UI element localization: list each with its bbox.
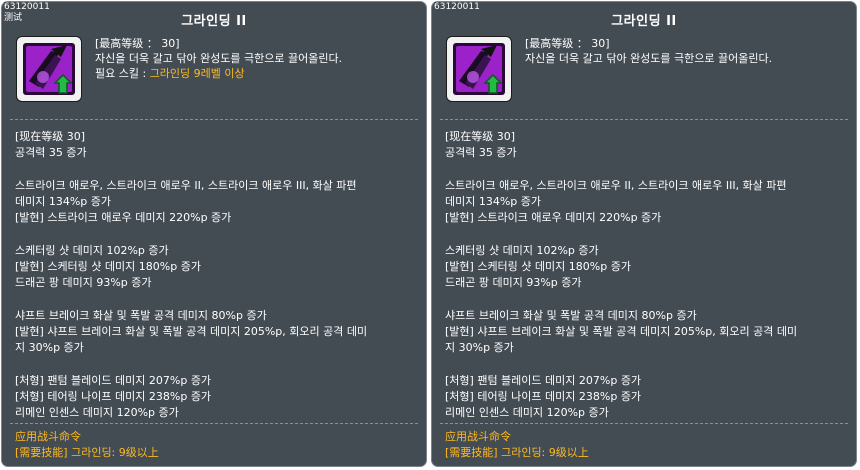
effect-line: [처형] 팬텀 블레이드 데미지 207%p 증가 [15, 373, 212, 387]
effect-line: 지 30%p 증가 [15, 341, 84, 355]
effect-line: 지 30%p 증가 [445, 341, 514, 355]
skill-icon-frame [446, 36, 512, 102]
current-level-text: [现在等级 30] [445, 130, 516, 143]
divider-top [10, 119, 418, 120]
dark-blade-skill-icon [23, 43, 75, 95]
effect-line: 스트라이크 애로우, 스트라이크 애로우 II, 스트라이크 애로우 III, … [445, 178, 787, 192]
footer-title: 应用战斗命令 [445, 430, 511, 443]
effect-line: 드래곤 팡 데미지 93%p 증가 [15, 276, 152, 290]
effect-line: 공격력 35 증가 [15, 146, 87, 160]
effect-line: 드래곤 팡 데미지 93%p 증가 [445, 276, 582, 290]
effect-line: 스케터링 샷 데미지 102%p 증가 [445, 243, 599, 257]
effect-line: 스트라이크 애로우, 스트라이크 애로우 II, 스트라이크 애로우 III, … [15, 178, 357, 192]
footer-required-skill: [需要技能] 그라인딩: 9级以上 [15, 445, 159, 459]
skill-title: 그라인딩 II [181, 14, 247, 29]
effect-line: [발현] 스케터링 샷 데미지 180%p 증가 [445, 260, 631, 273]
effect-line: [처형] 테어링 나이프 데미지 238%p 증가 [15, 390, 212, 403]
effect-line: 리메인 인센스 데미지 120%p 증가 [15, 406, 179, 420]
skill-footer: 应用战斗命令 [需要技能] 그라인딩: 9级以上 [445, 429, 589, 460]
divider-bottom [440, 423, 848, 424]
effect-line: 데미지 134%p 증가 [445, 195, 542, 208]
dark-blade-skill-icon [453, 43, 505, 95]
footer-required-skill: [需要技能] 그라인딩: 9级以上 [445, 445, 589, 459]
skill-icon-frame [16, 36, 82, 102]
skill-description: 자신을 더욱 갈고 닦아 완성도를 극한으로 끌어올린다. [95, 52, 343, 65]
skill-title: 그라인딩 II [611, 14, 677, 29]
effect-line: [발현] 샤프트 브레이크 화살 및 폭발 공격 데미지 205%p, 회오리 … [15, 325, 368, 338]
effect-line: [처형] 테어링 나이프 데미지 238%p 증가 [445, 390, 642, 403]
effect-line: 샤프트 브레이크 화살 및 폭발 공격 데미지 80%p 증가 [445, 308, 697, 322]
effect-line: [처형] 팬텀 블레이드 데미지 207%p 증가 [445, 373, 642, 387]
max-level-text: [最高等级 ： 30] [525, 37, 610, 50]
effect-line: [발현] 스트라이크 애로우 데미지 220%p 증가 [445, 211, 662, 225]
effect-line: [발현] 스케터링 샷 데미지 180%p 증가 [15, 260, 201, 273]
divider-bottom [10, 423, 418, 424]
current-level-text: [现在等级 30] [15, 130, 86, 143]
divider-top [440, 119, 848, 120]
required-skill-prefix: 필요 스킬 : [95, 67, 150, 80]
effect-line: 샤프트 브레이크 화살 및 폭발 공격 데미지 80%p 증가 [15, 308, 267, 322]
effect-line: 공격력 35 증가 [445, 146, 517, 160]
required-skill-value: 그라인딩 9레벨 이상 [149, 67, 245, 80]
skill-tooltip-left: 63120011 测试 그라인딩 II [最高等级 ： 30] 자신을 더욱 갈… [1, 1, 427, 467]
skill-description: 자신을 더욱 갈고 닦아 완성도를 극한으로 끌어올린다. [525, 52, 773, 65]
skill-footer: 应用战斗命令 [需要技能] 그라인딩: 9级以上 [15, 429, 159, 460]
skill-header: [最高等级 ： 30] 자신을 더욱 갈고 닦아 완성도를 극한으로 끌어올린다… [525, 36, 772, 66]
required-skill-row: 필요 스킬 : 그라인딩 9레벨 이상 [95, 66, 342, 81]
effect-line: 스케터링 샷 데미지 102%p 증가 [15, 243, 169, 257]
skill-effects: [现在等级 30] 공격력 35 증가 스트라이크 애로우, 스트라이크 애로우… [445, 129, 797, 422]
effect-line: 데미지 134%p 증가 [15, 195, 112, 208]
effect-line: [발현] 스트라이크 애로우 데미지 220%p 증가 [15, 211, 232, 225]
max-level-text: [最高等级 ： 30] [95, 37, 180, 50]
skill-header: [最高等级 ： 30] 자신을 더욱 갈고 닦아 완성도를 극한으로 끌어올린다… [95, 36, 342, 81]
skill-tooltip-right: 63120011 그라인딩 II [最高等级 ： 30] 자신을 더욱 갈고 닦… [431, 1, 857, 467]
effect-line: 리메인 인센스 데미지 120%p 증가 [445, 406, 609, 420]
effect-line: [발현] 샤프트 브레이크 화살 및 폭발 공격 데미지 205%p, 회오리 … [445, 325, 798, 338]
skill-effects: [现在等级 30] 공격력 35 증가 스트라이크 애로우, 스트라이크 애로우… [15, 129, 367, 422]
footer-title: 应用战斗命令 [15, 430, 81, 443]
